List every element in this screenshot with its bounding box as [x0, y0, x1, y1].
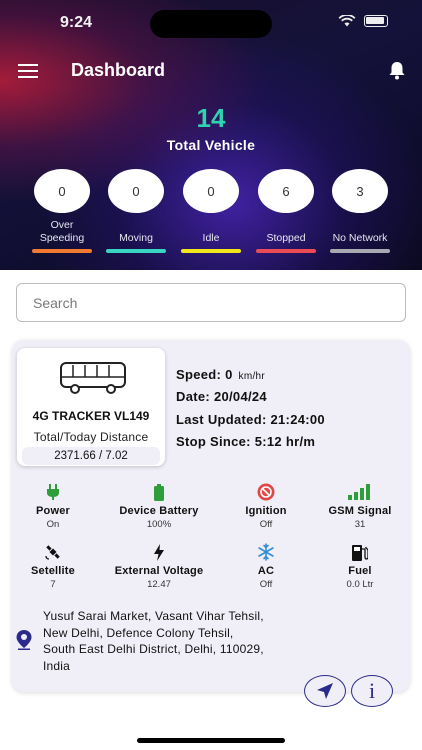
speed-value: 0	[225, 367, 233, 382]
plug-icon	[47, 484, 59, 500]
home-indicator	[137, 738, 285, 743]
stat-count: 6	[258, 169, 314, 213]
stat-idle[interactable]: 0 Idle	[181, 169, 241, 253]
fuel-icon	[352, 544, 368, 561]
indicator-device-battery: Device Battery 100%	[109, 482, 209, 530]
stop-since-value: 5:12 hr/m	[254, 434, 316, 449]
date-label: Date:	[176, 389, 211, 404]
total-vehicle-label: Total Vehicle	[166, 137, 256, 153]
indicator-value: 7	[50, 579, 56, 590]
status-time: 9:24	[60, 14, 93, 31]
indicator-value: Off	[259, 579, 273, 590]
search-input[interactable]	[16, 283, 406, 322]
date-value: 20/04/24	[213, 389, 267, 404]
vehicle-name: 4G TRACKER VL149	[32, 409, 150, 423]
stop-since-label: Stop Since:	[176, 434, 251, 449]
status-bar-teal	[106, 249, 166, 253]
wifi-icon	[338, 15, 356, 27]
indicator-name: Device Battery	[119, 505, 199, 517]
vehicle-address: Yusuf Sarai Market, Vasant Vihar Tehsil,…	[43, 608, 343, 674]
address-line: India	[43, 658, 71, 673]
distance-value: 2371.66 / 7.02	[22, 447, 160, 465]
address-line: South East Delhi District, Delhi, 110029…	[43, 642, 264, 656]
stat-label: No Network	[332, 232, 388, 244]
stat-stopped[interactable]: 6 Stopped	[256, 169, 316, 253]
battery-status-icon	[364, 15, 388, 27]
indicator-name: Fuel	[348, 565, 372, 577]
stop-since-row: Stop Since: 5:12 hr/m	[176, 434, 315, 449]
stat-no-network[interactable]: 3 No Network	[330, 169, 390, 253]
stat-moving[interactable]: 0 Moving	[106, 169, 166, 253]
indicator-name: Setellite	[31, 565, 75, 577]
stat-count: 0	[34, 169, 90, 213]
indicator-value: 0.0 Ltr	[346, 579, 374, 590]
indicator-ignition: Ignition Off	[216, 482, 316, 530]
status-bar-red	[256, 249, 316, 253]
indicator-value: Off	[259, 519, 273, 530]
stat-label: Idle	[202, 232, 220, 244]
signal-icon	[348, 484, 370, 500]
indicator-value: On	[46, 519, 60, 530]
address-line: New Delhi, Defence Colony Tehsil,	[43, 625, 234, 640]
bus-icon	[60, 362, 126, 394]
address-line: Yusuf Sarai Market, Vasant Vihar Tehsil,	[43, 609, 264, 623]
indicator-power: Power On	[3, 482, 103, 530]
indicator-name: GSM Signal	[328, 505, 392, 517]
location-pin-icon	[16, 630, 32, 650]
dashboard-header: 9:24 Dashboard 14 Total Vehicle 0 Over S…	[0, 0, 422, 270]
stat-count: 0	[108, 169, 164, 213]
indicator-value: 12.47	[147, 579, 171, 590]
status-bar-gray	[330, 249, 390, 253]
stat-count: 0	[183, 169, 239, 213]
distance-label: Total/Today Distance	[33, 430, 149, 444]
navigation-arrow-icon	[317, 683, 333, 699]
indicator-gsm-signal: GSM Signal 31	[310, 482, 410, 530]
stat-count: 3	[332, 169, 388, 213]
last-updated-label: Last Updated:	[176, 412, 267, 427]
snowflake-icon	[258, 543, 274, 561]
total-vehicle-count: 14	[196, 103, 226, 133]
speed-label: Speed:	[176, 367, 222, 382]
hamburger-menu-icon[interactable]	[18, 64, 38, 78]
indicator-name: Ignition	[245, 505, 287, 517]
ignition-icon	[257, 483, 275, 501]
indicator-name: External Voltage	[114, 565, 204, 577]
satellite-icon	[45, 545, 60, 560]
status-bar-yellow	[181, 249, 241, 253]
stat-label: Moving	[119, 232, 153, 244]
status-icons	[338, 15, 388, 27]
vehicle-card[interactable]: 4G TRACKER VL149 Total/Today Distance 23…	[12, 340, 410, 707]
speed-unit: km/hr	[238, 371, 266, 382]
navigate-button[interactable]	[304, 675, 346, 707]
status-bar-orange	[32, 249, 92, 253]
indicator-value: 100%	[146, 519, 172, 530]
date-row: Date: 20/04/24	[176, 389, 267, 404]
stat-label: Stopped	[266, 232, 306, 244]
vehicle-summary-box: 4G TRACKER VL149 Total/Today Distance 23…	[17, 348, 165, 466]
bolt-icon	[154, 543, 164, 561]
bell-icon[interactable]	[388, 60, 406, 80]
stat-label: Over Speeding	[39, 219, 85, 244]
dynamic-island	[150, 10, 272, 38]
speed-row: Speed: 0 km/hr	[176, 367, 265, 382]
page-title: Dashboard	[71, 60, 166, 80]
indicator-ac: AC Off	[216, 542, 316, 590]
info-icon: i	[368, 678, 376, 703]
stat-over-speeding[interactable]: 0 Over Speeding	[32, 169, 92, 253]
indicator-fuel: Fuel 0.0 Ltr	[310, 542, 410, 590]
indicator-satellite: Setellite 7	[3, 542, 103, 590]
indicator-name: Power	[35, 505, 70, 517]
battery-icon	[154, 483, 164, 501]
indicator-name: AC	[257, 565, 275, 577]
last-updated-value: 21:24:00	[270, 412, 325, 427]
info-button[interactable]: i	[351, 675, 393, 707]
last-updated-row: Last Updated: 21:24:00	[176, 412, 325, 427]
indicator-external-voltage: External Voltage 12.47	[109, 542, 209, 590]
indicator-value: 31	[354, 519, 366, 530]
